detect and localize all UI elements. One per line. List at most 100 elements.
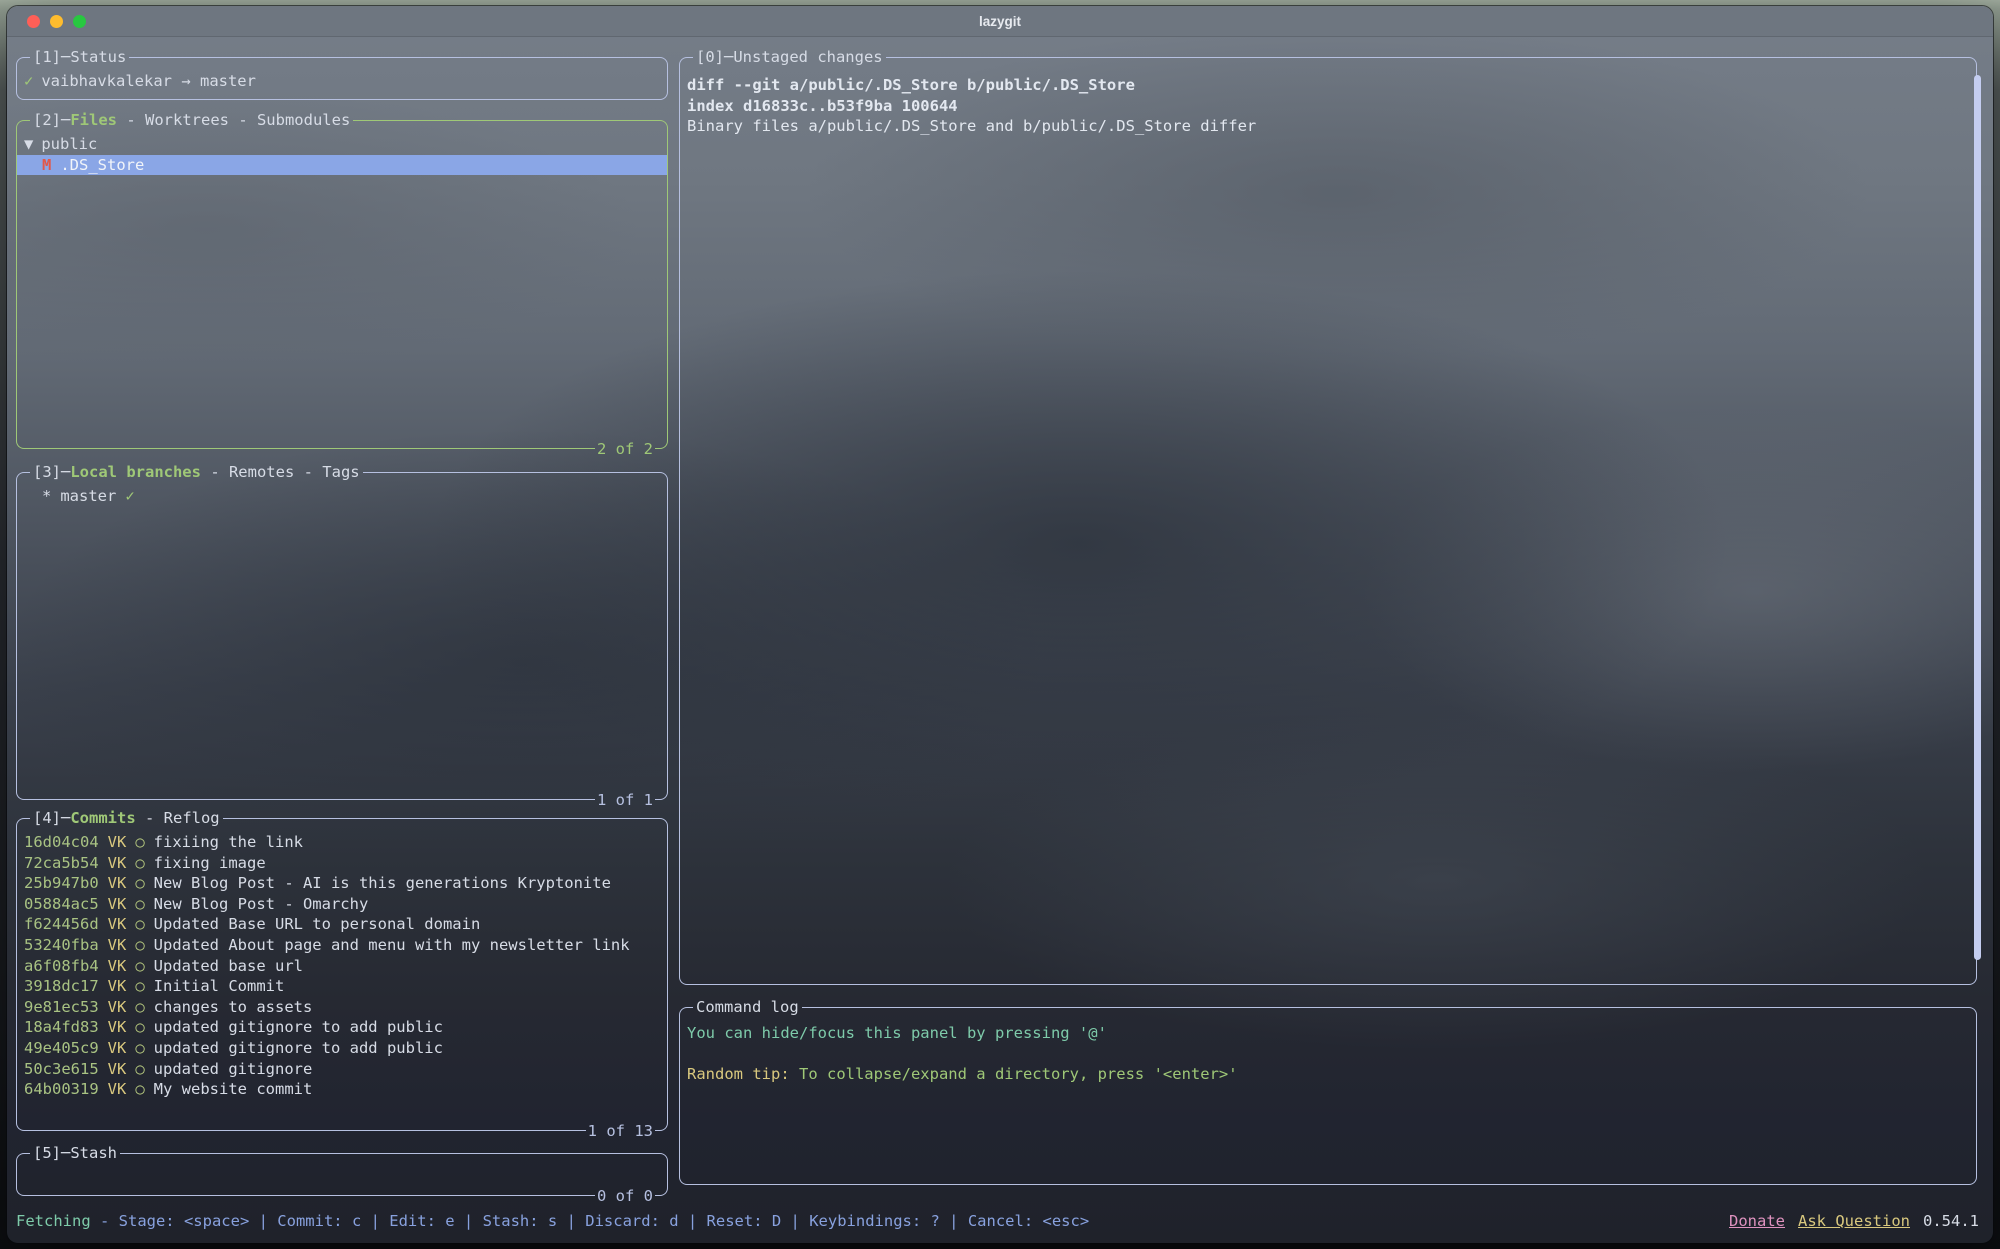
commit-graph-icon: ○ [135,1018,144,1036]
commit-message: Initial Commit [154,977,285,995]
commit-author: VK [108,1080,127,1098]
branch-marker: * [42,487,51,505]
commit-row[interactable]: 53240fbaVK○Updated About page and menu w… [24,935,660,956]
branches-count: 1 of 1 [595,790,655,802]
commit-graph-icon: ○ [135,854,144,872]
tab-files[interactable]: Files [70,111,117,129]
commit-hash: 3918dc17 [24,977,99,995]
commit-author: VK [108,854,127,872]
commit-message: Updated About page and menu with my news… [154,936,630,954]
commit-hash: 50c3e615 [24,1060,99,1078]
command-log-hint: You can hide/focus this panel by pressin… [687,1023,1969,1044]
status-line: ✓ vaibhavkalekar → master [24,71,660,88]
commit-row[interactable]: 49e405c9VK○updated gitignore to add publ… [24,1038,660,1059]
scrollbar-thumb[interactable] [1974,75,1981,960]
bottom-status-bar: Fetching - Stage: <space> | Commit: c | … [16,1208,1979,1234]
commit-graph-icon: ○ [135,833,144,851]
commit-graph-icon: ○ [135,998,144,1016]
commit-hash: 9e81ec53 [24,998,99,1016]
commits-panel[interactable]: [4]─Commits - Reflog 16d04c04VK○fixiing … [16,818,668,1131]
main-panel-title: [0]─Unstaged changes [693,47,886,59]
commit-hash: 05884ac5 [24,895,99,913]
branch-row[interactable]: *master✓ [24,486,660,507]
maximize-button[interactable] [73,15,86,28]
close-button[interactable] [27,15,40,28]
commits-count: 1 of 13 [586,1121,655,1133]
commit-hash: 49e405c9 [24,1039,99,1057]
ask-question-link[interactable]: Ask Question [1798,1212,1910,1230]
tab-commits[interactable]: Commits [70,809,135,827]
commit-row[interactable]: 3918dc17VK○Initial Commit [24,976,660,997]
commits-list: 16d04c04VK○fixiing the link72ca5b54VK○fi… [16,830,668,1119]
commit-hash: 18a4fd83 [24,1018,99,1036]
commit-hash: 64b00319 [24,1080,99,1098]
files-panel[interactable]: [2]─Files - Worktrees - Submodules ▼publ… [16,120,668,449]
tabs-worktrees-submodules[interactable]: - Worktrees - Submodules [117,111,350,129]
tree-row-directory[interactable]: ▼public [24,134,660,155]
tip-label: Random tip: [687,1065,790,1083]
traffic-lights [27,6,86,36]
tabs-remotes-tags[interactable]: - Remotes - Tags [201,463,360,481]
commit-row[interactable]: f624456dVK○Updated Base URL to personal … [24,914,660,935]
command-log-blank-line [687,1044,1969,1065]
commit-row[interactable]: 64b00319VK○My website commit [24,1079,660,1100]
status-panel[interactable]: [1]─Status ✓vaibhavkalekar → master [16,57,668,100]
diff-header-line: diff --git a/public/.DS_Store b/public/.… [687,75,1969,96]
check-icon: ✓ [24,72,33,88]
commit-author: VK [108,1060,127,1078]
donate-link[interactable]: Donate [1729,1212,1785,1230]
commit-hash: 72ca5b54 [24,854,99,872]
tree-row-file-selected[interactable]: M.DS_Store [17,155,667,176]
commit-row[interactable]: a6f08fb4VK○Updated base url [24,956,660,977]
command-log-tip: Random tip: To collapse/expand a directo… [687,1064,1969,1085]
repo-branch-text: vaibhavkalekar → master [41,72,256,88]
commit-row[interactable]: 25b947b0VK○New Blog Post - AI is this ge… [24,873,660,894]
commit-row[interactable]: 72ca5b54VK○fixing image [24,853,660,874]
minimize-button[interactable] [50,15,63,28]
branches-panel[interactable]: [3]─Local branches - Remotes - Tags *mas… [16,472,668,800]
tab-local-branches[interactable]: Local branches [70,463,201,481]
keybindings-hint: Fetching - Stage: <space> | Commit: c | … [16,1210,1089,1232]
commit-graph-icon: ○ [135,895,144,913]
commit-author: VK [108,998,127,1016]
version-label: 0.54.1 [1923,1212,1979,1230]
commit-graph-icon: ○ [135,1080,144,1098]
tip-text: To collapse/expand a directory, press '<… [790,1065,1238,1083]
commit-message: updated gitignore to add public [154,1018,443,1036]
commit-row[interactable]: 9e81ec53 VK ○ changes to assets [24,997,660,1018]
commit-message: Updated base url [154,957,303,975]
commit-row[interactable]: 50c3e615 VK ○ updated gitignore [24,1059,660,1080]
commit-graph-icon: ○ [135,1039,144,1057]
commit-graph-icon: ○ [135,1060,144,1078]
commit-message: New Blog Post - AI is this generations K… [154,874,611,892]
window-titlebar[interactable]: lazygit [7,6,1993,37]
branch-name: master [60,487,116,505]
window-title: lazygit [979,14,1021,29]
commit-row[interactable]: 18a4fd83VK○updated gitignore to add publ… [24,1017,660,1038]
commit-author: VK [108,915,127,933]
collapse-arrow-icon[interactable]: ▼ [24,135,33,153]
commit-row[interactable]: 16d04c04VK○fixiing the link [24,832,660,853]
main-panel-unstaged-changes[interactable]: [0]─Unstaged changes diff --git a/public… [679,57,1977,985]
commit-graph-icon: ○ [135,874,144,892]
commit-message: changes to assets [154,998,313,1016]
tab-reflog[interactable]: - Reflog [136,809,220,827]
commit-message: updated gitignore [154,1060,313,1078]
commit-author: VK [108,936,127,954]
stash-panel[interactable]: [5]─Stash 0 of 0 [16,1153,668,1196]
commit-author: VK [108,833,127,851]
commit-message: New Blog Post - Omarchy [154,895,369,913]
files-count: 2 of 2 [595,439,655,451]
file-name: .DS_Store [60,156,144,174]
commits-panel-title: [4]─Commits - Reflog [30,808,223,820]
commit-row[interactable]: 05884ac5VK○New Blog Post - Omarchy [24,894,660,915]
commit-message: fixiing the link [154,833,303,851]
diff-index-line: index d16833c..b53f9ba 100644 [687,96,1969,117]
commit-hash: f624456d [24,915,99,933]
commit-graph-icon: ○ [135,977,144,995]
commit-graph-icon: ○ [135,915,144,933]
command-log-title: Command log [693,997,802,1009]
statusbar-links: Donate Ask Question 0.54.1 [1729,1210,1979,1232]
command-log-panel[interactable]: Command log You can hide/focus this pane… [679,1007,1977,1185]
commit-author: VK [108,957,127,975]
